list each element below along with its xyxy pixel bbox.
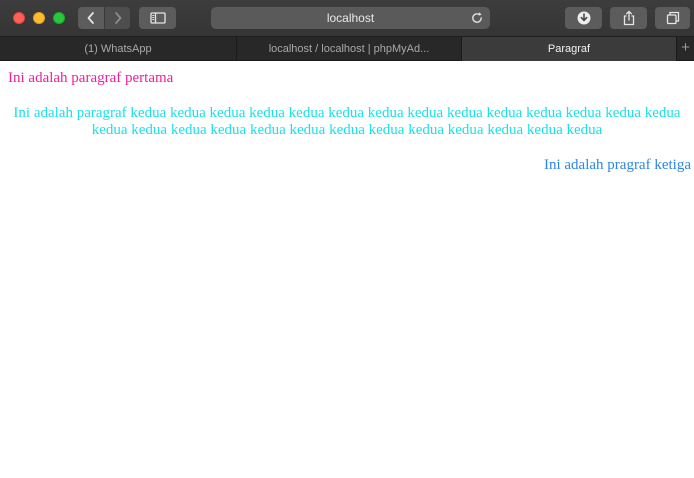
close-window-button[interactable] [13,12,25,24]
new-tab-button[interactable]: + [677,37,694,61]
navigation-buttons [78,7,130,29]
page-content: Ini adalah paragraf pertama Ini adalah p… [0,62,694,478]
zoom-window-button[interactable] [53,12,65,24]
sidebar-icon [149,12,166,24]
back-button[interactable] [78,7,104,29]
chevron-right-icon [114,12,121,24]
paragraph-third: Ini adalah pragraf ketiga [543,157,691,173]
share-button[interactable] [610,7,647,29]
forward-button[interactable] [104,7,130,29]
tabs-overview-icon [666,11,679,25]
download-icon [577,11,590,25]
paragraph-second: Ini adalah paragraf kedua kedua kedua ke… [13,105,681,138]
tab-bar: (1) WhatsApp localhost / localhost | php… [0,37,694,61]
tab-phpmyadmin[interactable]: localhost / localhost | phpMyAd... [237,37,462,61]
browser-title-bar: localhost [0,0,694,37]
chevron-left-icon [87,12,94,24]
downloads-button[interactable] [565,7,602,29]
tab-overview-button[interactable] [655,7,690,29]
share-icon [623,10,634,26]
minimize-window-button[interactable] [33,12,45,24]
address-text: localhost [326,11,375,25]
tab-whatsapp[interactable]: (1) WhatsApp [0,37,237,61]
reload-icon[interactable] [470,11,484,25]
sidebar-button[interactable] [139,7,176,29]
address-bar[interactable]: localhost [211,7,490,29]
paragraph-first: Ini adalah paragraf pertama [8,70,174,86]
tab-paragraf[interactable]: Paragraf [462,37,677,61]
